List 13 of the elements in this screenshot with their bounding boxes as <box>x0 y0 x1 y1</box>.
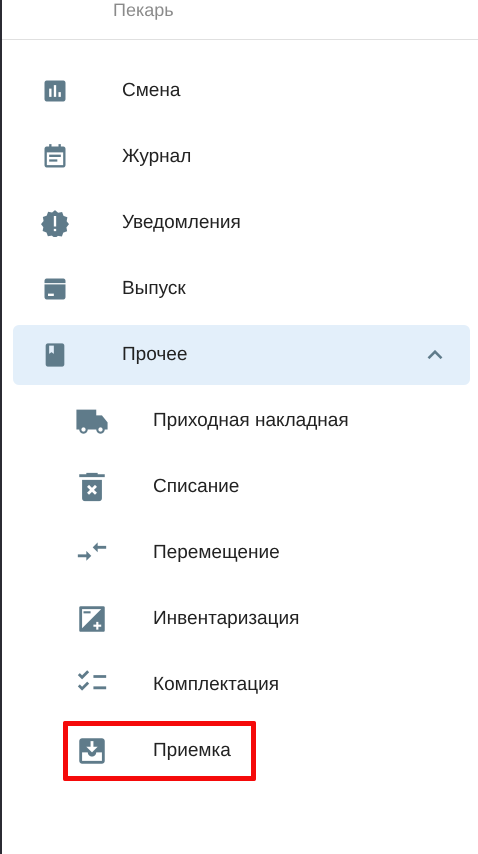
submenu-item[interactable]: Инвентаризация <box>63 589 324 649</box>
menu-item[interactable]: Смена <box>13 61 470 121</box>
submenu-item[interactable]: Приемка <box>63 721 256 781</box>
submenu-item[interactable]: Перемещение <box>63 523 305 583</box>
menu-item[interactable]: Прочее <box>13 325 470 385</box>
user-role: Пекарь <box>113 0 174 20</box>
menu-item[interactable]: Уведомления <box>13 193 470 253</box>
submenu-item[interactable]: Списание <box>63 457 264 517</box>
submenu-item[interactable]: Приходная накладная <box>63 391 374 451</box>
menu-item[interactable]: Выпуск <box>13 259 470 319</box>
submenu-item[interactable]: Комплектация <box>63 655 304 715</box>
menu-item[interactable]: Журнал <box>13 127 470 187</box>
alert-badge-icon <box>41 209 69 237</box>
